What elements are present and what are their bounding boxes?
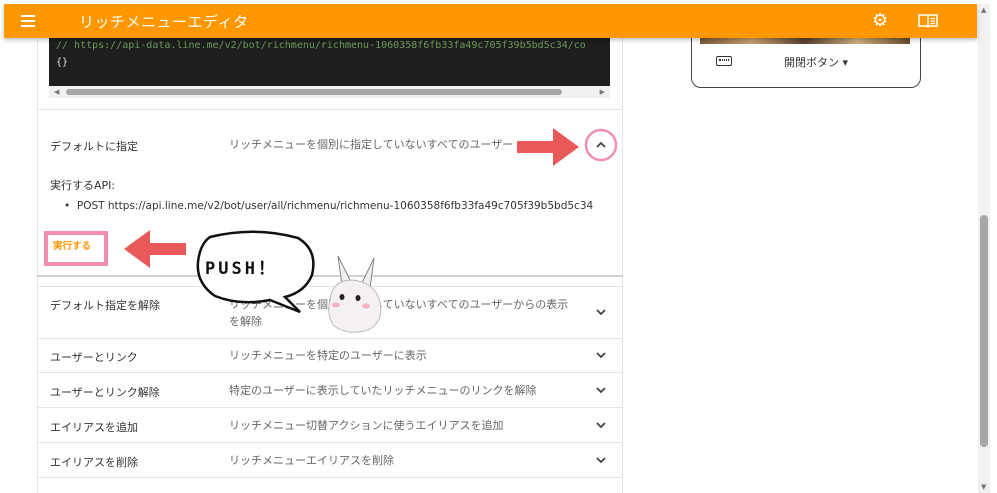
row-name-unlink-user[interactable]: ユーザーとリンク解除 <box>50 384 160 400</box>
divider <box>37 286 623 287</box>
api-endpoint-text: POST https://api.line.me/v2/bot/user/all… <box>76 200 594 212</box>
scroll-up-arrow-icon[interactable]: ▲ <box>981 6 986 14</box>
row-desc-unlink-user: 特定のユーザーに表示していたリッチメニューのリンクを解除 <box>229 384 537 397</box>
chevron-down-icon[interactable] <box>594 418 608 432</box>
divider <box>37 372 623 373</box>
chevron-down-icon[interactable] <box>594 348 608 362</box>
row-desc-link-user: リッチメニューを特定のユーザーに表示 <box>229 349 427 362</box>
chevron-down-icon[interactable] <box>594 453 608 467</box>
code-body-line: {} <box>56 57 69 68</box>
divider <box>37 338 623 339</box>
expanded-panel-bottom <box>37 275 623 277</box>
row-name-delete-alias[interactable]: エイリアスを削除 <box>50 454 138 470</box>
scroll-right-arrow-icon[interactable]: ▶ <box>600 88 605 96</box>
book-icon[interactable] <box>918 13 938 28</box>
page-vertical-scrollbar[interactable]: ▲ ▼ <box>978 4 990 493</box>
chevron-down-icon[interactable] <box>594 383 608 397</box>
speech-bubble-text: PUSH！ <box>205 259 278 279</box>
row-name-link-user[interactable]: ユーザーとリンク <box>50 349 138 365</box>
scrollbar-thumb[interactable] <box>980 215 988 447</box>
scroll-down-arrow-icon[interactable]: ▼ <box>981 483 986 491</box>
bullet: • <box>64 200 77 212</box>
page: // https://api-data.line.me/v2/bot/richm… <box>0 0 997 493</box>
menu-toggle-button[interactable]: 開閉ボタン ▾ <box>784 54 848 70</box>
row-name-add-alias[interactable]: エイリアスを追加 <box>50 419 138 435</box>
execute-button[interactable]: 実行する <box>53 238 91 252</box>
api-label: 実行するAPI: <box>50 179 116 192</box>
divider <box>37 477 623 478</box>
row-desc-delete-alias: リッチメニューエイリアスを削除 <box>229 454 394 467</box>
richmenu-image-strip <box>700 38 910 44</box>
code-comment-line: // https://api-data.line.me/v2/bot/richm… <box>56 40 586 51</box>
scroll-left-arrow-icon[interactable]: ◀ <box>54 88 59 96</box>
row-desc-add-alias: リッチメニュー切替アクションに使うエイリアスを追加 <box>229 419 504 432</box>
app-title: リッチメニューエディタ <box>79 12 249 31</box>
chevron-up-icon[interactable] <box>594 138 608 152</box>
row-desc-unset-default-2: を解除 <box>229 315 262 328</box>
keyboard-icon[interactable] <box>716 56 732 66</box>
chevron-down-icon[interactable] <box>594 305 608 319</box>
menu-icon[interactable] <box>21 15 41 27</box>
divider <box>37 109 623 110</box>
row-name-unset-default[interactable]: デフォルト指定を解除 <box>50 297 160 313</box>
code-horizontal-scrollbar[interactable]: ◀ ▶ <box>49 86 610 98</box>
api-endpoint-item: • POST https://api.line.me/v2/bot/user/a… <box>64 200 593 212</box>
expanded-row-desc: リッチメニューを個別に指定していないすべてのユーザー <box>229 138 514 151</box>
divider <box>37 407 623 408</box>
divider <box>37 442 623 443</box>
scrollbar-thumb[interactable] <box>66 89 562 95</box>
app-bar: リッチメニューエディタ ⚙ <box>4 4 977 38</box>
expanded-row-name[interactable]: デフォルトに指定 <box>50 138 138 154</box>
row-desc-unset-default: リッチメニューを個別に指定していないすべてのユーザーからの表示 <box>229 298 569 311</box>
code-block: // https://api-data.line.me/v2/bot/richm… <box>49 36 610 88</box>
gear-icon[interactable]: ⚙ <box>872 11 888 31</box>
